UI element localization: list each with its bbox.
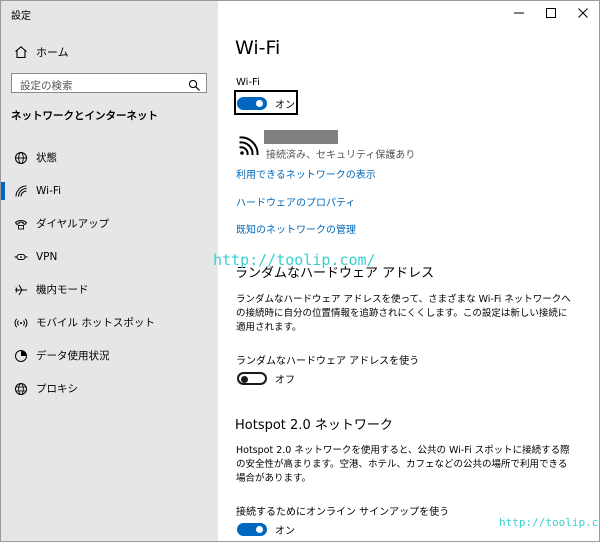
sidebar-item-label: 状態 <box>36 152 57 164</box>
sidebar-item-label: 機内モード <box>36 284 89 296</box>
hotspot-icon <box>13 315 29 331</box>
wifi-signal-icon <box>238 136 262 156</box>
random-address-switch[interactable] <box>237 372 267 385</box>
sidebar-item-wifi[interactable]: Wi-Fi <box>1 174 218 207</box>
sidebar-item-hotspot[interactable]: モバイル ホットスポット <box>1 306 218 339</box>
sidebar-item-label: VPN <box>36 250 58 263</box>
sidebar: 設定 ホーム ネットワークとインターネット 状態 <box>1 1 218 541</box>
proxy-globe-icon <box>13 381 29 397</box>
sidebar-item-airplane[interactable]: 機内モード <box>1 273 218 306</box>
close-button[interactable] <box>567 1 599 25</box>
random-address-toggle-state: オフ <box>275 375 295 386</box>
main-content: Wi-Fi Wi-Fi オン 接続済み、セキュリティ保護あり 利用できるネットワ… <box>218 1 599 541</box>
home-icon <box>13 44 29 60</box>
search-icon[interactable] <box>188 77 201 91</box>
wifi-toggle-label: Wi-Fi <box>236 77 260 88</box>
random-address-description: ランダムなハードウェア アドレスを使って、さまざまな Wi-Fi ネットワークへ… <box>236 294 571 333</box>
hotspot-toggle-label: 接続するためにオンライン サインアップを使う <box>236 507 450 518</box>
hotspot-toggle[interactable]: オン <box>237 522 295 537</box>
sidebar-item-dialup[interactable]: ダイヤルアップ <box>1 207 218 240</box>
sidebar-item-proxy[interactable]: プロキシ <box>1 372 218 405</box>
sidebar-item-status[interactable]: 状態 <box>1 141 218 174</box>
sidebar-item-label: データ使用状況 <box>36 350 110 362</box>
search-input[interactable] <box>12 77 190 95</box>
wifi-toggle[interactable]: オン <box>237 96 295 111</box>
random-address-toggle[interactable]: オフ <box>237 371 295 386</box>
watermark-text-corner: http://toolip.com/ <box>499 516 599 529</box>
sidebar-item-label: Wi-Fi <box>36 184 62 197</box>
hotspot-heading: Hotspot 2.0 ネットワーク <box>235 418 393 433</box>
wifi-icon <box>13 183 29 199</box>
wifi-toggle-state: オン <box>275 100 295 111</box>
window-title: 設定 <box>11 11 31 22</box>
settings-window: 設定 ホーム ネットワークとインターネット 状態 <box>0 0 600 542</box>
sidebar-item-data-usage[interactable]: データ使用状況 <box>1 339 218 372</box>
minimize-icon <box>514 12 524 14</box>
home-label: ホーム <box>36 46 69 59</box>
sidebar-nav: 状態 Wi-Fi ダイヤルアップ VPN 機内モード モバイル ホットスポット … <box>1 141 218 405</box>
search-box[interactable] <box>11 73 207 95</box>
network-status: 接続済み、セキュリティ保護あり <box>266 150 416 161</box>
globe-icon <box>13 150 29 166</box>
watermark-text: http://toolip.com/ <box>213 251 376 269</box>
minimize-button[interactable] <box>503 1 535 25</box>
available-networks-link[interactable]: 利用できるネットワークの表示 <box>236 166 376 181</box>
random-address-toggle-label: ランダムなハードウェア アドレスを使う <box>236 356 420 367</box>
maximize-button[interactable] <box>535 1 567 25</box>
sidebar-item-vpn[interactable]: VPN <box>1 240 218 273</box>
hotspot-description: Hotspot 2.0 ネットワークを使用すると、公共の Wi-Fi スポットに… <box>236 445 570 484</box>
airplane-icon <box>13 282 29 298</box>
known-networks-link[interactable]: 既知のネットワークの管理 <box>236 221 356 236</box>
data-usage-icon <box>13 348 29 364</box>
hotspot-toggle-state: オン <box>275 526 295 537</box>
maximize-icon <box>546 8 556 18</box>
sidebar-section-title: ネットワークとインターネット <box>11 110 158 122</box>
close-icon <box>578 8 588 18</box>
sidebar-item-label: ダイヤルアップ <box>36 218 110 230</box>
phone-icon <box>13 216 29 232</box>
sidebar-item-label: プロキシ <box>36 383 78 395</box>
network-name-redacted[interactable] <box>264 130 338 144</box>
sidebar-item-label: モバイル ホットスポット <box>36 317 155 329</box>
hardware-properties-link[interactable]: ハードウェアのプロパティ <box>236 194 355 209</box>
window-controls <box>503 1 599 25</box>
vpn-icon <box>13 249 29 265</box>
home-link[interactable]: ホーム <box>13 43 69 61</box>
hotspot-switch[interactable] <box>237 523 267 536</box>
wifi-switch[interactable] <box>237 97 267 110</box>
page-title: Wi-Fi <box>235 37 281 59</box>
